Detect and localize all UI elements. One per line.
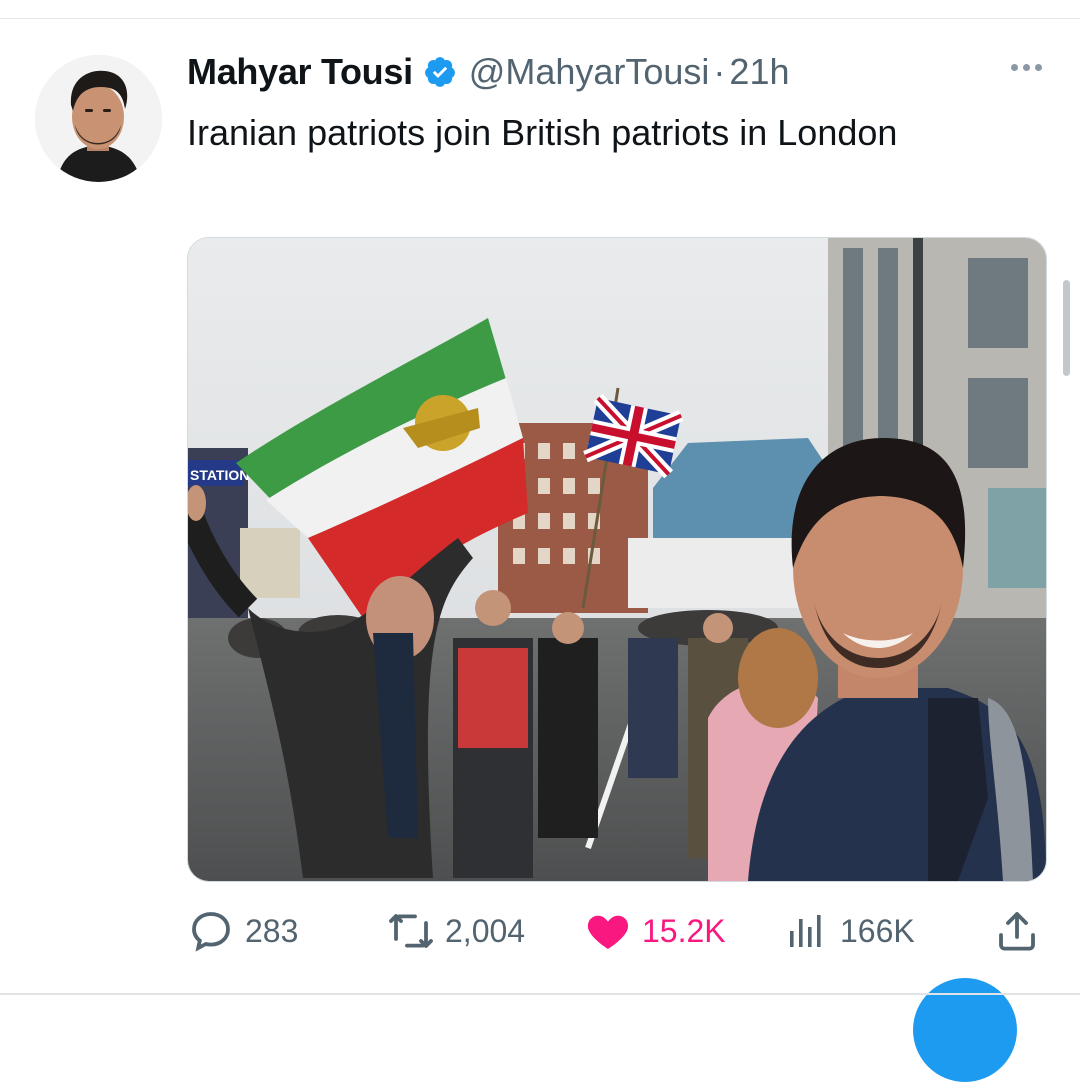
photo-image: STATION	[188, 238, 1046, 881]
author-handle[interactable]: @MahyarTousi	[469, 51, 710, 93]
share-icon	[999, 912, 1035, 951]
views-count: 166K	[840, 912, 915, 949]
avatar-image	[35, 55, 162, 182]
separator-dot: ·	[713, 51, 726, 92]
station-sign: STATION	[190, 467, 249, 483]
more-dot	[1011, 64, 1018, 71]
more-dot	[1023, 64, 1030, 71]
heart-icon	[587, 915, 629, 949]
more-dot	[1035, 64, 1042, 71]
author-avatar[interactable]	[35, 55, 162, 182]
reply-count: 283	[245, 912, 299, 949]
tweet-action-bar: 283 2,004 15.2K 166K	[187, 905, 1045, 957]
reply-icon	[192, 912, 230, 952]
more-options-icon[interactable]	[1011, 64, 1042, 71]
verified-badge-icon	[423, 55, 457, 89]
bottom-divider	[0, 993, 1080, 995]
tweet-media-photo[interactable]: STATION	[187, 237, 1047, 882]
tweet-timestamp[interactable]: 21h	[729, 51, 789, 93]
views-icon	[790, 915, 821, 947]
reply-button[interactable]: 283	[187, 905, 298, 957]
top-divider	[0, 18, 1080, 19]
scrollbar-thumb[interactable]	[1063, 280, 1070, 376]
author-name[interactable]: Mahyar Tousi	[187, 51, 413, 93]
share-button[interactable]	[993, 905, 1041, 957]
tweet-header: Mahyar Tousi @MahyarTousi · 21h	[187, 50, 790, 94]
repost-button[interactable]: 2,004	[387, 905, 525, 957]
like-count: 15.2K	[642, 912, 726, 949]
repost-icon	[389, 914, 433, 948]
tweet-text: Iranian patriots join British patriots i…	[187, 112, 898, 153]
views-button[interactable]: 166K	[782, 905, 915, 957]
repost-count: 2,004	[445, 912, 526, 949]
like-button[interactable]: 15.2K	[584, 905, 726, 957]
